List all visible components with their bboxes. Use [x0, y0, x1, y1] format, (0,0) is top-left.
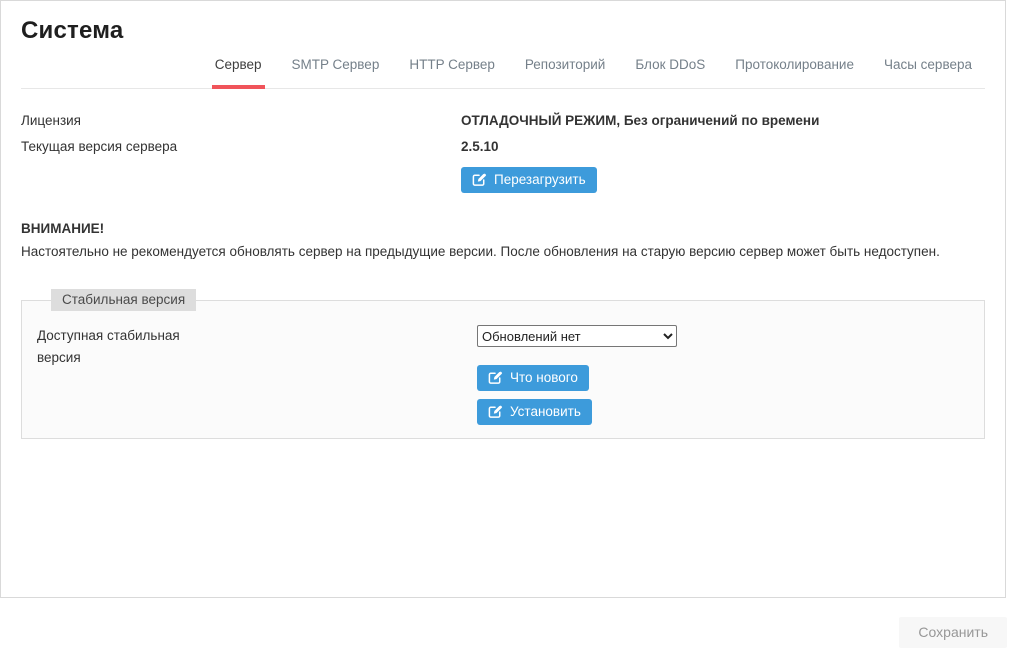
warning-title: ВНИМАНИЕ! [21, 221, 985, 236]
license-value: ОТЛАДОЧНЫЙ РЕЖИМ, Без ограничений по вре… [461, 113, 985, 128]
tab-http-server[interactable]: HTTP Сервер [406, 57, 498, 89]
warning-block: ВНИМАНИЕ! Настоятельно не рекомендуется … [21, 221, 985, 259]
tab-server-clock[interactable]: Часы сервера [881, 57, 975, 89]
restart-button[interactable]: Перезагрузить [461, 167, 597, 193]
tab-ddos-block[interactable]: Блок DDoS [632, 57, 708, 89]
edit-icon [488, 404, 503, 419]
save-button[interactable]: Сохранить [899, 617, 1007, 648]
warning-text: Настоятельно не рекомендуется обновлять … [21, 244, 985, 259]
page-title: Система [21, 17, 985, 45]
install-button[interactable]: Установить [477, 399, 592, 425]
edit-icon [472, 172, 487, 187]
restart-button-label: Перезагрузить [494, 172, 586, 187]
tab-server[interactable]: Сервер [212, 57, 265, 89]
license-row: Лицензия ОТЛАДОЧНЫЙ РЕЖИМ, Без ограничен… [21, 113, 985, 128]
tab-smtp-server[interactable]: SMTP Сервер [289, 57, 383, 89]
tabbar: Сервер SMTP Сервер HTTP Сервер Репозитор… [21, 57, 985, 89]
tab-logging[interactable]: Протоколирование [732, 57, 857, 89]
available-version-select[interactable]: Обновлений нет [477, 325, 677, 347]
available-version-label: Доступная стабильная версия [37, 325, 217, 368]
edit-icon [488, 370, 503, 385]
tab-repository[interactable]: Репозиторий [522, 57, 608, 89]
restart-row: Перезагрузить [21, 167, 985, 193]
whats-new-button-label: Что нового [510, 370, 578, 385]
system-settings-card: Система Сервер SMTP Сервер HTTP Сервер Р… [0, 0, 1006, 598]
install-button-label: Установить [510, 404, 581, 419]
current-version-label: Текущая версия сервера [21, 139, 461, 154]
stable-version-legend: Стабильная версия [51, 289, 196, 311]
whats-new-button[interactable]: Что нового [477, 365, 589, 391]
current-version-row: Текущая версия сервера 2.5.10 [21, 139, 985, 154]
license-label: Лицензия [21, 113, 461, 128]
current-version-value: 2.5.10 [461, 139, 985, 154]
stable-version-fieldset: Стабильная версия Доступная стабильная в… [21, 289, 985, 439]
available-version-row: Доступная стабильная версия Обновлений н… [37, 325, 969, 425]
